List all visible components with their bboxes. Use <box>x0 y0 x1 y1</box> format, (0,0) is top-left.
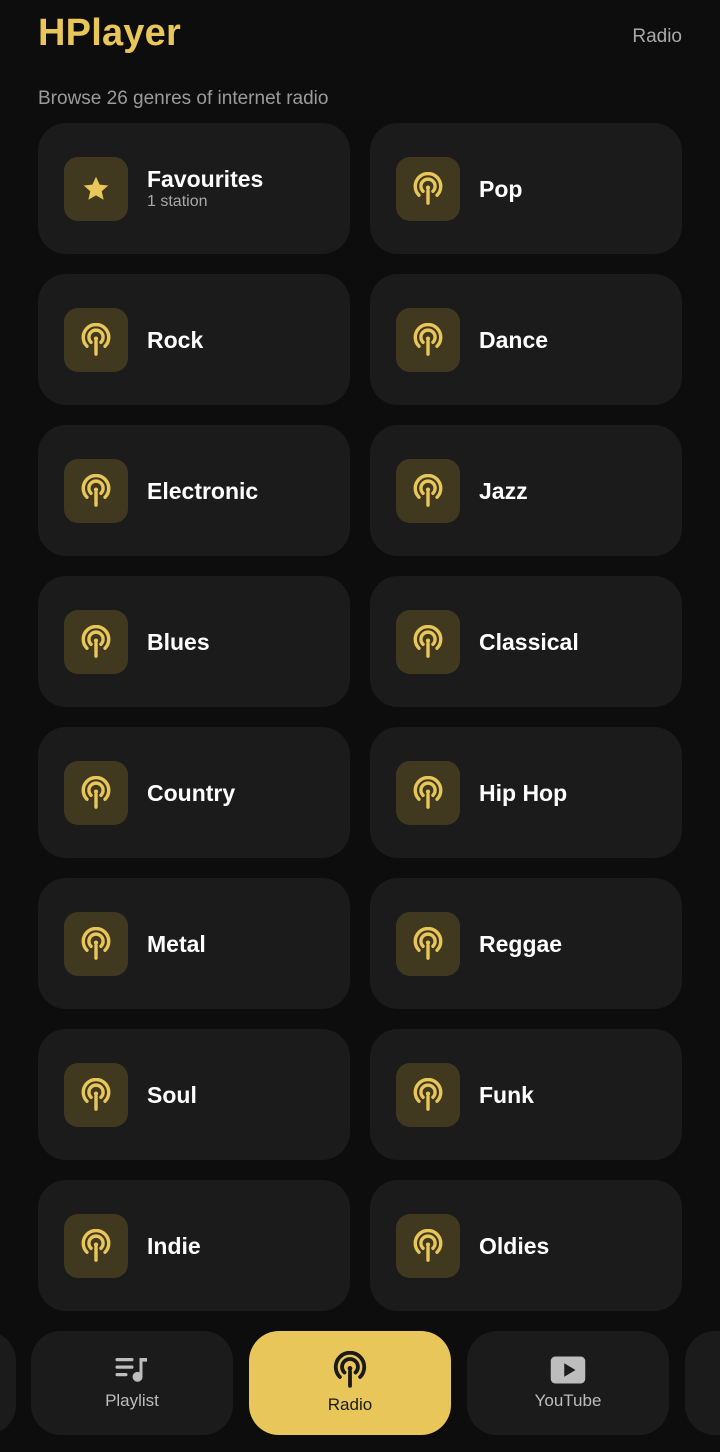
bottom-nav: Playlist Radio YouTube <box>0 1331 720 1435</box>
radio-broadcast-icon <box>64 760 128 825</box>
genre-name: Blues <box>147 628 210 655</box>
radio-broadcast-icon <box>396 1213 460 1278</box>
genre-name: Metal <box>147 930 206 957</box>
genre-card-blues[interactable]: Blues <box>38 576 350 707</box>
nav-item-offscreen-right[interactable] <box>685 1331 720 1435</box>
genre-card-reggae[interactable]: Reggae <box>370 878 682 1009</box>
genre-name: Jazz <box>479 477 528 504</box>
genre-card-jazz[interactable]: Jazz <box>370 425 682 556</box>
genre-name: Oldies <box>479 1232 550 1259</box>
genre-card-dance[interactable]: Dance <box>370 274 682 405</box>
genre-card-electronic[interactable]: Electronic <box>38 425 350 556</box>
playlist-icon <box>114 1355 150 1385</box>
app-title: HPlayer <box>38 12 181 54</box>
genres-subtitle: Browse 26 genres of internet radio <box>38 88 329 109</box>
genre-name: Dance <box>479 326 549 353</box>
genre-name: Reggae <box>479 930 563 957</box>
genre-card-metal[interactable]: Metal <box>38 878 350 1009</box>
radio-broadcast-icon <box>64 1062 128 1127</box>
genre-card-soul[interactable]: Soul <box>38 1029 350 1160</box>
radio-broadcast-icon <box>396 458 460 523</box>
genre-card-classical[interactable]: Classical <box>370 576 682 707</box>
nav-item-youtube[interactable]: YouTube <box>467 1331 669 1435</box>
radio-screen: HPlayer Radio Browse 26 genres of intern… <box>0 0 720 1452</box>
genre-name: Soul <box>147 1081 197 1108</box>
app-header: HPlayer Radio <box>38 10 682 62</box>
radio-broadcast-icon <box>64 911 128 976</box>
radio-broadcast-icon <box>396 307 460 372</box>
nav-label: Radio <box>327 1395 373 1414</box>
genre-name: Electronic <box>147 477 259 504</box>
radio-broadcast-icon <box>64 609 128 674</box>
radio-broadcast-icon <box>396 760 460 825</box>
genre-grid: Favourites 1 station Pop Rock Dance Elec… <box>38 123 682 1311</box>
genre-name: Favourites <box>147 165 264 192</box>
radio-broadcast-icon <box>331 1351 369 1389</box>
genre-card-indie[interactable]: Indie <box>38 1180 350 1311</box>
genre-name: Funk <box>479 1081 534 1108</box>
nav-label: YouTube <box>534 1391 602 1410</box>
genre-station-count: 1 station <box>147 192 208 210</box>
genre-card-oldies[interactable]: Oldies <box>370 1180 682 1311</box>
page-label: Radio <box>632 26 682 47</box>
genre-card-funk[interactable]: Funk <box>370 1029 682 1160</box>
nav-item-offscreen-left[interactable] <box>0 1331 16 1435</box>
genre-card-country[interactable]: Country <box>38 727 350 858</box>
nav-item-radio[interactable]: Radio <box>249 1331 451 1435</box>
radio-broadcast-icon <box>64 307 128 372</box>
radio-broadcast-icon <box>64 458 128 523</box>
genre-card-favourites[interactable]: Favourites 1 station <box>38 123 350 254</box>
nav-label: Playlist <box>105 1391 159 1410</box>
genre-card-rock[interactable]: Rock <box>38 274 350 405</box>
genre-name: Indie <box>147 1232 201 1259</box>
genre-name: Classical <box>479 628 579 655</box>
genre-name: Hip Hop <box>479 779 568 806</box>
radio-broadcast-icon <box>396 156 460 221</box>
radio-broadcast-icon <box>396 1062 460 1127</box>
radio-broadcast-icon <box>396 609 460 674</box>
genre-card-hip-hop[interactable]: Hip Hop <box>370 727 682 858</box>
genre-name: Pop <box>479 175 523 202</box>
youtube-play-icon <box>550 1355 586 1385</box>
genre-name: Country <box>147 779 236 806</box>
radio-broadcast-icon <box>396 911 460 976</box>
nav-item-playlist[interactable]: Playlist <box>31 1331 233 1435</box>
radio-broadcast-icon <box>64 1213 128 1278</box>
genre-name: Rock <box>147 326 204 353</box>
genre-card-pop[interactable]: Pop <box>370 123 682 254</box>
star-icon <box>64 156 128 221</box>
